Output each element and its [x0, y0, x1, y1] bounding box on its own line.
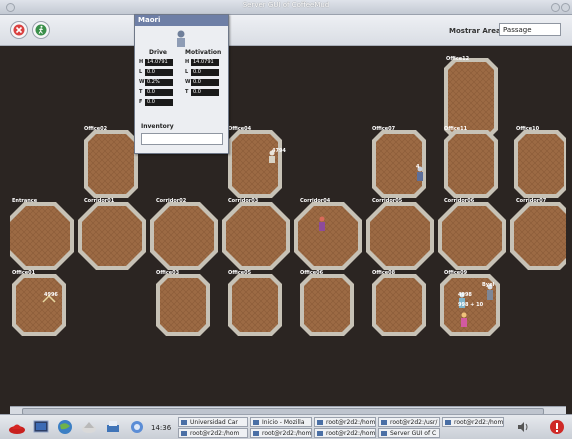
room-office06[interactable] [300, 274, 354, 336]
agent-name: Maori [135, 15, 228, 26]
alert-icon[interactable] [548, 418, 566, 436]
agent-tag: 998 + 10 [458, 302, 484, 308]
drive-header: Drive [149, 49, 167, 56]
room-label-office02: Office02 [84, 126, 108, 132]
walk-button[interactable] [32, 21, 50, 39]
room-office02[interactable] [84, 130, 138, 198]
stop-button[interactable] [10, 21, 28, 39]
minimize-button[interactable] [551, 3, 560, 12]
room-label-corridor07: Corridor07 [516, 198, 547, 204]
taskbar-task[interactable]: root@r2d2:/hom [314, 417, 376, 427]
room-office01[interactable] [12, 274, 66, 336]
motivation-row: W 0.0 [185, 79, 225, 87]
room-label-office03: Office03 [156, 270, 180, 276]
taskbar: 14:36 Universidad Car Inicio - Mozilla r… [0, 414, 572, 439]
motivation-row: L 0.0 [185, 69, 225, 77]
agent-tag: 4 [416, 164, 420, 170]
agent-tag: 4794 [272, 148, 286, 154]
room-label-corridor02: Corridor02 [156, 198, 187, 204]
agent-tag: Byel [482, 282, 495, 288]
redhat-menu-icon[interactable] [8, 418, 26, 436]
close-window-button[interactable] [561, 3, 570, 12]
taskbar-task[interactable]: root@r2d2:/hom [250, 428, 312, 438]
room-label-office10: Office10 [516, 126, 540, 132]
inventory-list[interactable] [141, 133, 223, 145]
room-entrance[interactable] [10, 202, 74, 270]
room-label-office11: Office11 [444, 126, 468, 132]
agent-tag: 4998 [458, 292, 472, 298]
agent-sprite-icon[interactable] [316, 216, 328, 232]
agent-tag: 4996 [44, 292, 58, 298]
inventory-label: Inventory [141, 123, 174, 130]
drive-row: W 0.2% [139, 79, 179, 87]
drive-row: L 0.0 [139, 69, 179, 77]
map-rooms-layer [10, 58, 566, 336]
room-corridor07[interactable] [510, 202, 566, 270]
browser-globe-icon[interactable] [56, 418, 74, 436]
room-label-office07: Office07 [372, 126, 396, 132]
window-title: Server GUI of CoffeeMud [242, 1, 330, 9]
room-office04[interactable] [228, 130, 282, 198]
window-titlebar: Server GUI of CoffeeMud [0, 0, 572, 15]
taskbar-task[interactable]: Inicio - Mozilla [250, 417, 312, 427]
room-office05[interactable] [228, 274, 282, 336]
taskbar-task[interactable]: root@r2d2:/hom [178, 428, 248, 438]
room-corridor06[interactable] [438, 202, 506, 270]
drive-row: T 0.0 [139, 89, 179, 97]
stop-icon [13, 24, 25, 36]
agent-sprite-icon[interactable] [458, 312, 470, 328]
room-label-entrance: Entrance [12, 198, 38, 204]
room-label-office08: Office08 [372, 270, 396, 276]
room-label-office09: Office09 [444, 270, 468, 276]
clock: 14:36 [151, 424, 172, 432]
terminal-icon[interactable] [32, 418, 50, 436]
room-label-corridor01: Corridor01 [84, 198, 115, 204]
walking-person-icon [35, 24, 47, 36]
room-corridor05[interactable] [366, 202, 434, 270]
room-label-corridor06: Corridor06 [444, 198, 475, 204]
room-office10[interactable] [514, 130, 566, 198]
taskbar-task[interactable]: root@r2d2:/hom [442, 417, 504, 427]
motivation-row: H 14.0791 [185, 59, 225, 67]
agent-info-panel: Maori Drive Motivation H 14.0791 L 0.0 W 0.… [134, 14, 229, 154]
room-office03[interactable] [156, 274, 210, 336]
drive-row: H 14.0791 [139, 59, 179, 67]
room-label-office05: Office05 [228, 270, 252, 276]
map-canvas: Office12 Office02 Office04 Office07 Offi… [10, 46, 566, 406]
area-select[interactable]: Passage [499, 23, 561, 36]
update-icon[interactable] [128, 418, 146, 436]
room-corridor02[interactable] [150, 202, 218, 270]
motivation-row: T 0.0 [185, 89, 225, 97]
taskbar-task[interactable]: Universidad Car [178, 417, 248, 427]
agent-avatar-icon [177, 30, 185, 47]
room-label-corridor05: Corridor05 [372, 198, 403, 204]
toolbar: Mostrar Area: Passage [0, 15, 572, 46]
room-corridor03[interactable] [222, 202, 290, 270]
taskbar-task[interactable]: root@r2d2:/usr/ [378, 417, 440, 427]
drive-row: F 0.0 [139, 99, 179, 107]
room-label-corridor03: Corridor03 [228, 198, 259, 204]
taskbar-task[interactable]: root@r2d2:/hom [314, 428, 376, 438]
room-label-office06: Office06 [300, 270, 324, 276]
room-label-office12: Office12 [446, 56, 470, 62]
room-corridor01[interactable] [78, 202, 146, 270]
room-label-corridor04: Corridor04 [300, 198, 331, 204]
room-label-office01: Office01 [12, 270, 36, 276]
room-label-office04: Office04 [228, 126, 252, 132]
taskbar-task[interactable]: Server GUI of C [378, 428, 440, 438]
volume-icon[interactable] [514, 418, 532, 436]
room-office08[interactable] [372, 274, 426, 336]
mail-icon[interactable] [80, 418, 98, 436]
area-label: Mostrar Area: [449, 27, 504, 35]
printer-icon[interactable] [104, 418, 122, 436]
room-corridor04[interactable] [294, 202, 362, 270]
motivation-header: Motivation [185, 49, 222, 56]
room-office11[interactable] [444, 130, 498, 198]
